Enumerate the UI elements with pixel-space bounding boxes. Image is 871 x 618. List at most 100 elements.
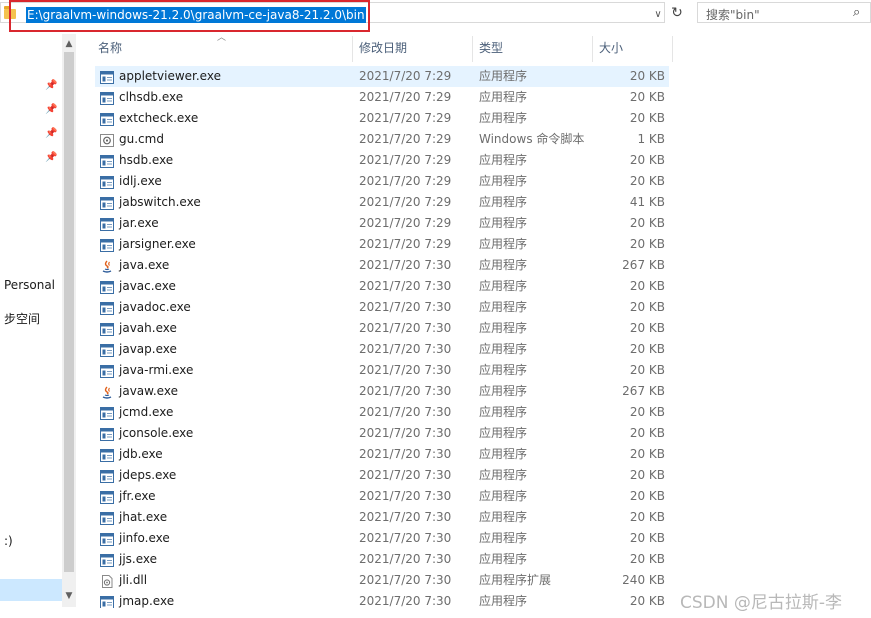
file-row[interactable]: javac.exe 2021/7/20 7:30 应用程序 20 KB [95,276,669,297]
file-row[interactable]: jinfo.exe 2021/7/20 7:30 应用程序 20 KB [95,528,669,549]
file-row[interactable]: jli.dll 2021/7/20 7:30 应用程序扩展 240 KB [95,570,669,591]
file-name: hsdb.exe [119,153,174,167]
pin-icon[interactable]: 📌 [45,104,57,116]
file-row[interactable]: jconsole.exe 2021/7/20 7:30 应用程序 20 KB [95,423,669,444]
file-date: 2021/7/20 7:30 [359,342,452,356]
file-date: 2021/7/20 7:30 [359,594,452,608]
file-name: javadoc.exe [119,300,191,314]
file-size: 41 KB [629,195,665,209]
file-row[interactable]: idlj.exe 2021/7/20 7:29 应用程序 20 KB [95,171,669,192]
file-row[interactable]: java-rmi.exe 2021/7/20 7:30 应用程序 20 KB [95,360,669,381]
nav-item-sync-space[interactable]: 步空间 [4,310,40,327]
file-row[interactable]: jabswitch.exe 2021/7/20 7:29 应用程序 41 KB [95,192,669,213]
nav-item-drive[interactable]: :) [4,534,13,548]
file-name: jmap.exe [119,594,175,608]
file-name: jdeps.exe [119,468,177,482]
chevron-down-icon[interactable]: ∨ [651,8,665,22]
file-row[interactable]: javadoc.exe 2021/7/20 7:30 应用程序 20 KB [95,297,669,318]
file-row[interactable]: jar.exe 2021/7/20 7:29 应用程序 20 KB [95,213,669,234]
file-type: 应用程序 [479,237,528,251]
file-date: 2021/7/20 7:30 [359,300,452,314]
scroll-up-icon[interactable]: ▲ [62,38,76,50]
application-icon [100,322,114,336]
file-row[interactable]: javah.exe 2021/7/20 7:30 应用程序 20 KB [95,318,669,339]
file-date: 2021/7/20 7:29 [359,111,452,125]
column-header-type[interactable]: 类型 [479,36,503,60]
file-date: 2021/7/20 7:30 [359,321,452,335]
file-date: 2021/7/20 7:29 [359,195,452,209]
file-date: 2021/7/20 7:30 [359,552,452,566]
file-type: 应用程序 [479,384,528,398]
file-row[interactable]: java.exe 2021/7/20 7:30 应用程序 267 KB [95,255,669,276]
file-size: 20 KB [629,321,665,335]
file-type: 应用程序 [479,531,528,545]
pin-icon[interactable]: 📌 [45,152,57,164]
file-row[interactable]: hsdb.exe 2021/7/20 7:29 应用程序 20 KB [95,150,669,171]
file-date: 2021/7/20 7:30 [359,489,452,503]
file-name: jfr.exe [119,489,156,503]
file-date: 2021/7/20 7:30 [359,384,452,398]
application-icon [100,469,114,483]
file-row[interactable]: clhsdb.exe 2021/7/20 7:29 应用程序 20 KB [95,87,669,108]
file-row[interactable]: jhat.exe 2021/7/20 7:30 应用程序 20 KB [95,507,669,528]
file-type: 应用程序 [479,111,528,125]
search-input[interactable]: 搜索"bin" ⌕ [697,2,871,23]
file-row[interactable]: extcheck.exe 2021/7/20 7:29 应用程序 20 KB [95,108,669,129]
file-name: jabswitch.exe [119,195,201,209]
application-icon [100,217,114,231]
file-date: 2021/7/20 7:30 [359,510,452,524]
file-type: 应用程序 [479,153,528,167]
file-row[interactable]: jdb.exe 2021/7/20 7:30 应用程序 20 KB [95,444,669,465]
file-row[interactable]: jcmd.exe 2021/7/20 7:30 应用程序 20 KB [95,402,669,423]
scroll-thumb[interactable] [64,52,74,572]
file-size: 267 KB [622,258,665,272]
pin-icon[interactable]: 📌 [45,80,57,92]
column-divider[interactable] [472,36,473,62]
nav-scrollbar[interactable]: ▲ ▼ [62,34,76,607]
file-type: 应用程序 [479,447,528,461]
file-name: clhsdb.exe [119,90,184,104]
column-divider[interactable] [672,36,673,62]
file-row[interactable]: appletviewer.exe 2021/7/20 7:29 应用程序 20 KB [95,66,669,87]
column-header-size[interactable]: 大小 [599,36,623,60]
nav-selected-item[interactable] [0,579,62,601]
file-row[interactable]: jarsigner.exe 2021/7/20 7:29 应用程序 20 KB [95,234,669,255]
file-date: 2021/7/20 7:29 [359,132,452,146]
search-icon[interactable]: ⌕ [853,5,860,20]
file-row[interactable]: javaw.exe 2021/7/20 7:30 应用程序 267 KB [95,381,669,402]
file-date: 2021/7/20 7:30 [359,447,452,461]
file-row[interactable]: jfr.exe 2021/7/20 7:30 应用程序 20 KB [95,486,669,507]
search-placeholder: 搜索"bin" [706,8,760,22]
java-icon [100,259,114,273]
file-type: 应用程序 [479,363,528,377]
file-size: 20 KB [629,279,665,293]
file-row[interactable]: jmap.exe 2021/7/20 7:30 应用程序 20 KB [95,591,669,608]
scroll-down-icon[interactable]: ▼ [62,590,76,602]
column-header-date[interactable]: 修改日期 [359,36,407,60]
file-row[interactable]: gu.cmd 2021/7/20 7:29 Windows 命令脚本 1 KB [95,129,669,150]
file-type: 应用程序 [479,279,528,293]
file-date: 2021/7/20 7:30 [359,531,452,545]
file-date: 2021/7/20 7:29 [359,174,452,188]
application-icon [100,112,114,126]
nav-item-personal[interactable]: Personal [4,278,55,292]
refresh-icon[interactable]: ↻ [667,3,687,23]
file-name: jcmd.exe [119,405,174,419]
file-row[interactable]: jdeps.exe 2021/7/20 7:30 应用程序 20 KB [95,465,669,486]
file-date: 2021/7/20 7:30 [359,468,452,482]
file-date: 2021/7/20 7:30 [359,573,452,587]
watermark: CSDN @尼古拉斯-李 [680,593,843,613]
file-row[interactable]: jjs.exe 2021/7/20 7:30 应用程序 20 KB [95,549,669,570]
file-size: 20 KB [629,111,665,125]
file-type: 应用程序 [479,300,528,314]
column-divider[interactable] [592,36,593,62]
column-header-name[interactable]: 名称 [98,36,122,60]
file-name: jinfo.exe [119,531,170,545]
file-row[interactable]: javap.exe 2021/7/20 7:30 应用程序 20 KB [95,339,669,360]
application-icon [100,154,114,168]
column-divider[interactable] [352,36,353,62]
pin-icon[interactable]: 📌 [45,128,57,140]
file-name: javah.exe [119,321,177,335]
file-name: extcheck.exe [119,111,199,125]
sort-ascending-icon: ︿ [217,33,227,43]
